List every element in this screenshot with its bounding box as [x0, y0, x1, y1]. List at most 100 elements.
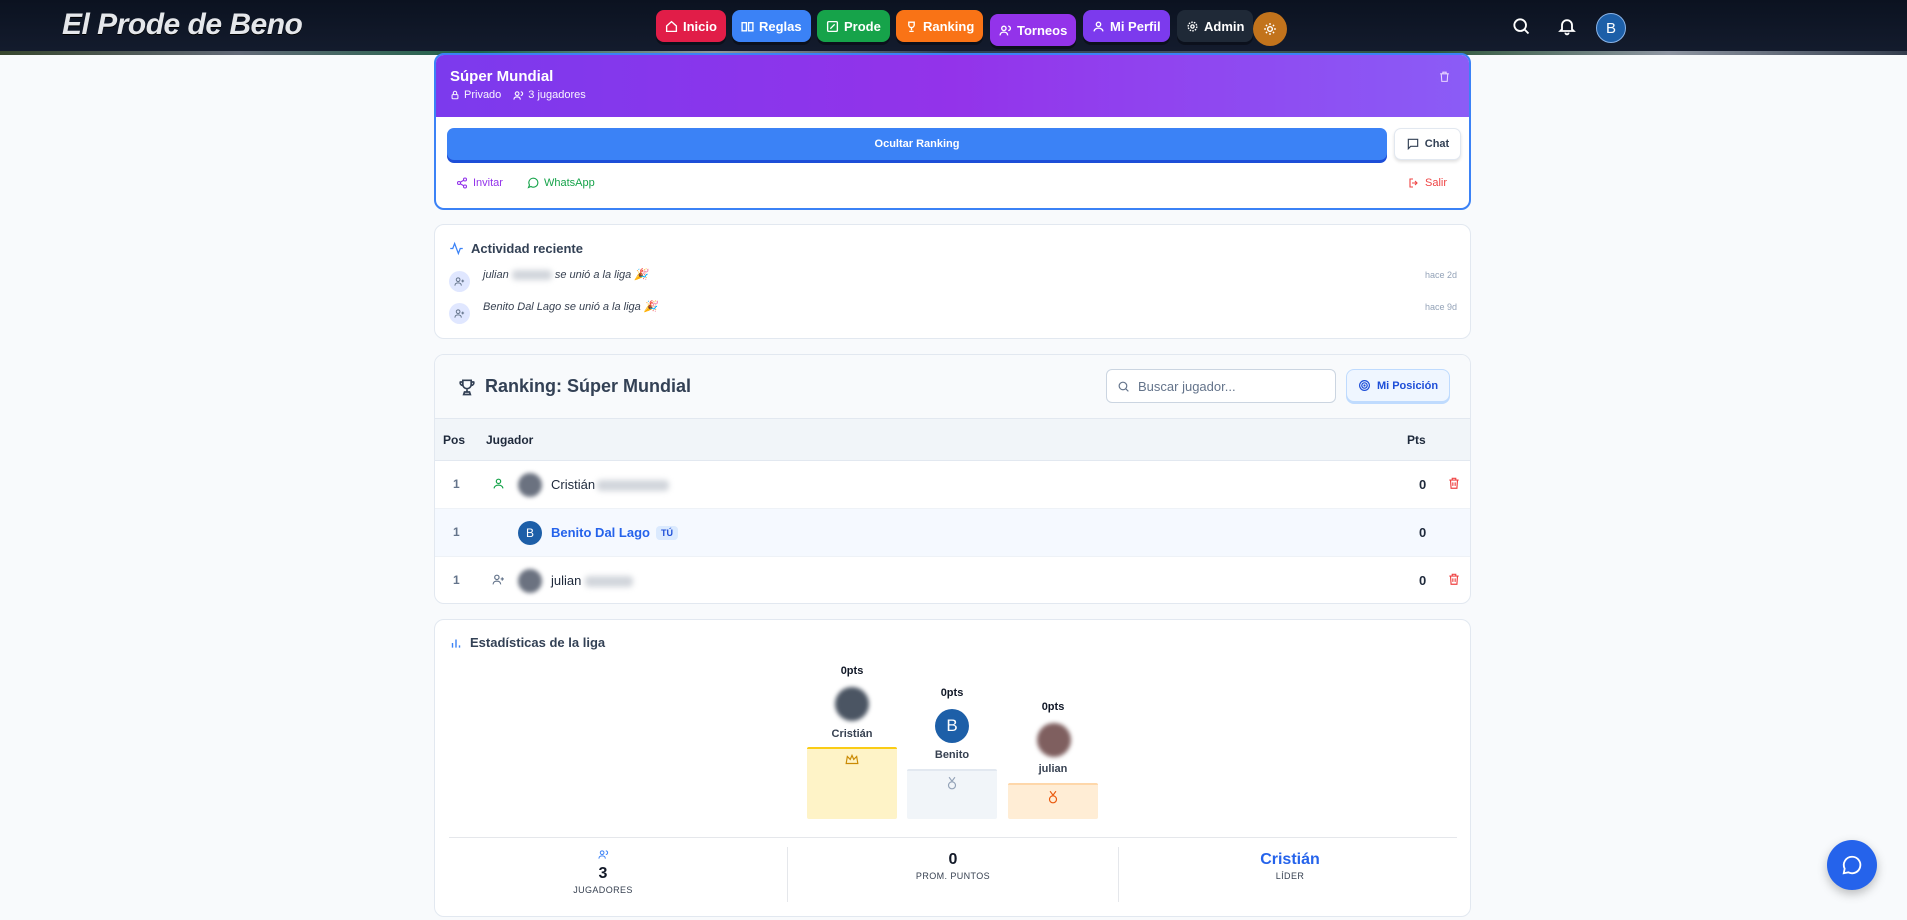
- col-pts: Pts: [1407, 433, 1426, 447]
- user-plus-icon: [449, 271, 470, 292]
- chat-button[interactable]: Chat: [1394, 128, 1461, 160]
- blurred-surname: [511, 270, 552, 281]
- users-icon: [999, 24, 1012, 35]
- stat-avg-points: 0 PROM. PUNTOS: [915, 851, 991, 881]
- delete-league-icon[interactable]: [1438, 70, 1451, 83]
- avatar: B: [518, 521, 542, 545]
- recent-activity-card: Actividad reciente julian se unió a la l…: [434, 224, 1471, 339]
- avatar: [835, 687, 869, 721]
- share-icon: [456, 177, 468, 189]
- player-search-input[interactable]: Buscar jugador...: [1106, 369, 1336, 403]
- search-icon[interactable]: [1511, 16, 1531, 36]
- league-stats-card: Estadísticas de la liga 0pts Cristián 0p…: [434, 619, 1471, 917]
- crown-icon: [845, 754, 859, 765]
- stats-divider: [449, 837, 1457, 838]
- whatsapp-icon: [527, 177, 539, 189]
- players-count-label: 3 jugadores: [513, 89, 586, 101]
- stats-vdivider: [1118, 847, 1119, 902]
- users-icon: [597, 850, 608, 859]
- activity-time: hace 2d: [1424, 270, 1457, 280]
- hide-ranking-button[interactable]: Ocultar Ranking: [447, 128, 1387, 160]
- podium-name: Cristián: [831, 728, 873, 740]
- chat-bubble-icon: [1842, 855, 1862, 875]
- activity-time: hace 9d: [1424, 302, 1457, 312]
- table-row[interactable]: 1 Cristián 0: [435, 461, 1470, 509]
- nav-reglas[interactable]: Reglas: [732, 10, 811, 42]
- chat-fab-button[interactable]: [1827, 840, 1877, 890]
- chat-icon: [1407, 138, 1419, 151]
- lock-icon: [451, 90, 459, 100]
- sun-icon: [1264, 23, 1276, 35]
- ranking-header: Ranking: Súper Mundial Buscar jugador...…: [435, 355, 1470, 419]
- brand-logo[interactable]: El Prode de Beno: [62, 8, 303, 42]
- trophy-icon: [459, 379, 475, 395]
- player-name: Cristián: [551, 477, 670, 492]
- user-plus-icon: [492, 574, 504, 585]
- edit-icon: [826, 20, 839, 32]
- activity-text: julian se unió a la liga 🎉: [483, 269, 649, 281]
- league-header: Súper Mundial Privado 3 jugadores: [436, 55, 1469, 117]
- podium-name: julian: [1038, 763, 1068, 775]
- podium-block-gold: [807, 747, 897, 819]
- you-badge: TÚ: [655, 526, 678, 540]
- user-icon: [1093, 20, 1104, 31]
- leave-league-link[interactable]: Salir: [1408, 177, 1447, 189]
- activity-title: Actividad reciente: [449, 241, 583, 256]
- ranking-title: Ranking: Súper Mundial: [457, 376, 691, 397]
- podium-block-silver: [907, 769, 997, 819]
- user-check-icon: [493, 478, 504, 489]
- nav-mi-perfil[interactable]: Mi Perfil: [1083, 10, 1170, 42]
- top-navbar: El Prode de Beno Inicio Reglas Prode Ran…: [0, 0, 1907, 55]
- home-icon: [665, 20, 678, 32]
- theme-toggle-button[interactable]: [1253, 12, 1287, 46]
- league-title: Súper Mundial: [450, 68, 554, 85]
- player-name: julian: [551, 573, 633, 588]
- ranking-card: Ranking: Súper Mundial Buscar jugador...…: [434, 354, 1471, 604]
- table-row[interactable]: 1 julian 0: [435, 557, 1470, 603]
- activity-icon: [450, 241, 463, 256]
- avatar: [1037, 723, 1071, 757]
- nav-prode[interactable]: Prode: [817, 10, 890, 42]
- podium-block-bronze: [1008, 783, 1098, 819]
- activity-text: Benito Dal Lago se unió a la liga 🎉: [483, 301, 658, 313]
- user-avatar-button[interactable]: B: [1596, 13, 1626, 43]
- delete-player-icon[interactable]: [1447, 572, 1461, 586]
- podium-second-pts: 0pts: [940, 687, 964, 699]
- medal-icon: [1048, 790, 1058, 804]
- nav-admin[interactable]: Admin: [1177, 10, 1254, 42]
- nav-inicio[interactable]: Inicio: [656, 10, 726, 42]
- trophy-icon: [908, 20, 915, 32]
- logout-icon: [1409, 178, 1418, 188]
- table-row[interactable]: 1 B Benito Dal Lago TÚ 0: [435, 509, 1470, 557]
- stat-leader: Cristián LÍDER: [1260, 851, 1320, 881]
- podium-name: Benito: [934, 749, 970, 761]
- avatar: B: [935, 709, 969, 743]
- activity-item: Benito Dal Lago se unió a la liga 🎉 hace…: [449, 297, 1457, 324]
- target-icon: [1358, 380, 1370, 391]
- invite-link[interactable]: Invitar: [456, 177, 503, 189]
- my-position-button[interactable]: Mi Posición: [1346, 369, 1450, 402]
- delete-player-icon[interactable]: [1447, 476, 1461, 490]
- col-pos: Pos: [443, 433, 466, 447]
- bell-icon[interactable]: [1557, 16, 1577, 36]
- privacy-label: Privado: [450, 89, 501, 101]
- league-meta: Privado 3 jugadores: [450, 89, 1455, 101]
- podium-third-pts: 0pts: [1041, 701, 1065, 713]
- stats-vdivider: [787, 847, 788, 902]
- col-player: Jugador: [486, 433, 534, 447]
- player-name: Benito Dal Lago TÚ: [551, 525, 678, 540]
- stats-title: Estadísticas de la liga: [449, 635, 605, 650]
- search-icon: [1118, 381, 1129, 392]
- avatar: [518, 473, 542, 497]
- nav-ranking[interactable]: Ranking: [896, 10, 984, 42]
- podium-first: 0pts: [840, 665, 864, 677]
- users-icon: [513, 90, 524, 100]
- activity-item: julian se unió a la liga 🎉 hace 2d: [449, 265, 1457, 292]
- whatsapp-link[interactable]: WhatsApp: [527, 177, 595, 189]
- book-icon: [741, 21, 754, 32]
- league-card: Súper Mundial Privado 3 jugadores Oculta…: [434, 53, 1471, 210]
- user-plus-icon: [449, 303, 470, 324]
- nav-torneos[interactable]: Torneos: [990, 14, 1077, 46]
- gear-icon: [1187, 20, 1198, 32]
- bar-chart-icon: [451, 639, 461, 648]
